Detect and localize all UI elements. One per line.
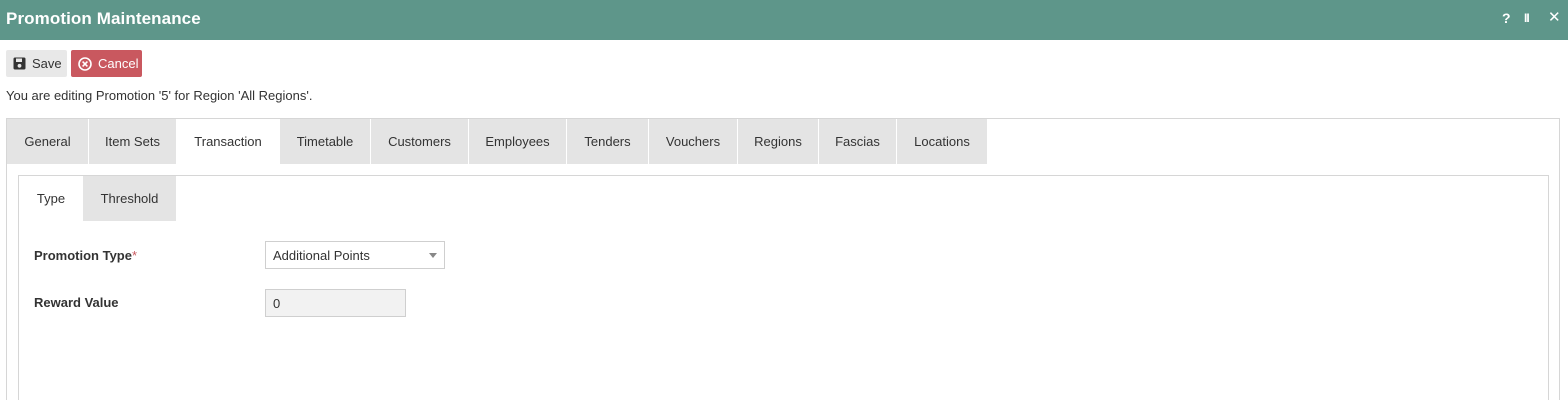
promotion-type-label-text: Promotion Type: [34, 248, 132, 263]
tab-customers[interactable]: Customers: [371, 119, 469, 164]
tab-transaction[interactable]: Transaction: [177, 119, 280, 164]
save-button-label: Save: [32, 56, 62, 71]
tab-item-sets[interactable]: Item Sets: [89, 119, 177, 164]
main-tab-panel: General Item Sets Transaction Timetable …: [6, 118, 1560, 400]
main-tab-bar: General Item Sets Transaction Timetable …: [7, 119, 987, 164]
close-icon[interactable]: ✕: [1548, 9, 1561, 27]
cancel-button[interactable]: Cancel: [71, 50, 142, 77]
subtab-type[interactable]: Type: [19, 176, 83, 221]
chevron-down-icon: [429, 253, 437, 258]
reward-value-input[interactable]: [265, 289, 406, 317]
editing-info-text: You are editing Promotion '5' for Region…: [6, 88, 313, 103]
reward-value-label: Reward Value: [34, 295, 119, 310]
promotion-type-value: Additional Points: [273, 247, 370, 263]
pause-icon[interactable]: II: [1524, 9, 1530, 27]
tab-employees[interactable]: Employees: [469, 119, 567, 164]
promotion-type-label: Promotion Type*: [34, 248, 137, 263]
save-button[interactable]: Save: [6, 50, 67, 77]
sub-tab-bar: Type Threshold: [19, 176, 176, 221]
tab-tenders[interactable]: Tenders: [567, 119, 649, 164]
window-title: Promotion Maintenance: [6, 9, 201, 28]
tab-locations[interactable]: Locations: [897, 119, 987, 164]
x-circle-icon: [78, 56, 92, 71]
tab-timetable[interactable]: Timetable: [280, 119, 371, 164]
tab-general[interactable]: General: [7, 119, 89, 164]
subtab-threshold[interactable]: Threshold: [83, 176, 176, 221]
cancel-button-label: Cancel: [98, 56, 139, 71]
transaction-sub-panel: Type Threshold Promotion Type* Additiona…: [18, 175, 1549, 400]
title-bar: Promotion Maintenance ? II ✕: [0, 0, 1568, 40]
tab-vouchers[interactable]: Vouchers: [649, 119, 738, 164]
floppy-disk-icon: [13, 57, 26, 70]
tab-regions[interactable]: Regions: [738, 119, 819, 164]
required-marker: *: [131, 248, 138, 263]
promotion-type-select[interactable]: Additional Points: [265, 241, 445, 269]
tab-fascias[interactable]: Fascias: [819, 119, 897, 164]
help-icon[interactable]: ?: [1502, 9, 1511, 27]
